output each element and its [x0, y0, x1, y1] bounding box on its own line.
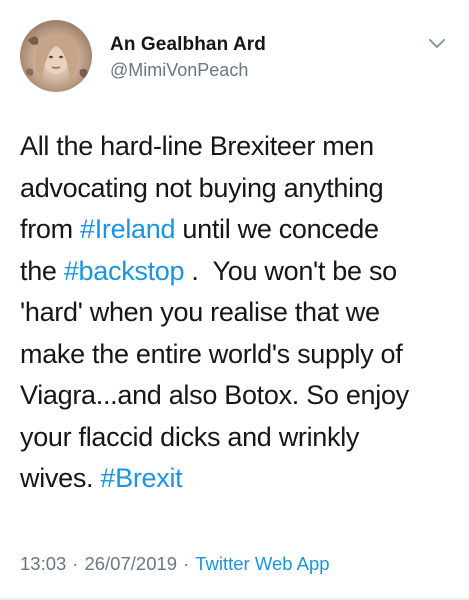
- separator: ·: [72, 553, 79, 574]
- hashtag-link-ireland[interactable]: #Ireland: [80, 214, 175, 244]
- tweet-card: An Gealbhan Ard @MimiVonPeach All the ha…: [0, 0, 469, 600]
- separator: ·: [183, 553, 190, 574]
- tweet-text-segment: wives.: [20, 463, 101, 493]
- tweet-line: advocating not buying anything: [20, 172, 384, 203]
- tweet-line: your flaccid dicks and wrinkly: [20, 421, 360, 452]
- tweet-line: Viagra...and also Botox. So enjoy: [20, 380, 409, 410]
- tweet-metadata: 13:03 · 26/07/2019 · Twitter Web App: [20, 553, 330, 575]
- tweet-text-segment: the: [20, 255, 64, 286]
- tweet-date[interactable]: 26/07/2019: [84, 553, 177, 574]
- user-handle[interactable]: @MimiVonPeach: [110, 60, 248, 81]
- tweet-text-segment: . You won't be so: [184, 255, 397, 286]
- tweet-line: from #Ireland until we concede: [20, 209, 460, 251]
- tweet-source-link[interactable]: Twitter Web App: [195, 553, 329, 574]
- tweet-time[interactable]: 13:03: [20, 553, 66, 574]
- tweet-line: make the entire world's supply of: [20, 338, 403, 369]
- tweet-line: the #backstop . You won't be so: [20, 251, 460, 293]
- tweet-line: All the hard-line Brexiteer men: [20, 131, 374, 161]
- tweet-line: 'hard' when you realise that we: [20, 297, 380, 327]
- tweet-text-segment: until we concede: [175, 214, 379, 244]
- tweet-text-segment: from: [20, 214, 81, 244]
- tweet-text: All the hard-line Brexiteer men advocati…: [20, 126, 460, 500]
- display-name[interactable]: An Gealbhan Ard: [110, 34, 266, 56]
- avatar-image: [25, 35, 88, 80]
- hashtag-link-brexit[interactable]: #Brexit: [100, 463, 182, 493]
- hashtag-link-backstop[interactable]: #backstop: [64, 256, 185, 286]
- chevron-down-icon[interactable]: [426, 32, 448, 54]
- tweet-line: wives. #Brexit: [20, 458, 460, 500]
- avatar[interactable]: [20, 20, 92, 92]
